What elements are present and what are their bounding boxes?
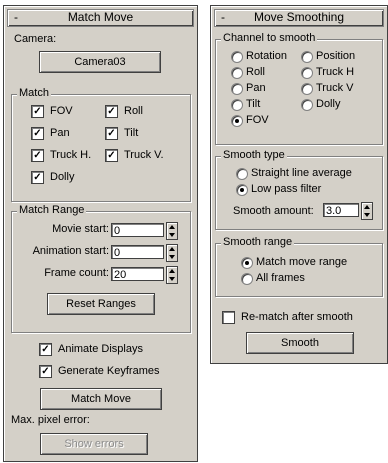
dolly-label: Dolly [316,98,341,110]
truck-h-checkbox[interactable]: ✓ [31,149,44,162]
spinner-down-icon[interactable] [169,233,175,237]
move-smoothing-rollout: - Move Smoothing Channel to smooth Rotat… [210,5,388,364]
animation-start-label: Animation start: [32,245,109,257]
tilt-radio[interactable] [231,99,243,111]
movie-start-field[interactable]: 0 [111,223,164,237]
pan-radio[interactable] [231,83,243,95]
channel-group-title: Channel to smooth [221,32,318,44]
truck-v-checkbox[interactable]: ✓ [105,149,118,162]
smooth-amount-field[interactable]: 3.0 [323,203,359,217]
low-pass-filter-radio[interactable] [236,184,248,196]
pan-label: Pan [246,82,266,94]
smooth-type-group-title: Smooth type [221,149,287,161]
spinner-up-icon[interactable] [364,205,370,209]
fov-label: FOV [50,105,73,117]
smooth-amount-spinner[interactable] [361,202,373,220]
spinner-up-icon[interactable] [169,225,175,229]
truck-h-radio[interactable] [301,67,313,79]
match-group: Match ✓ FOV ✓ Roll ✓ Pan ✓ Tilt ✓ Truck … [11,87,191,202]
spinner-down-icon[interactable] [364,213,370,217]
channel-to-smooth-group: Channel to smooth Rotation Position Roll… [215,32,383,145]
smooth-range-group: Smooth range Match move range All frames [215,236,383,297]
straight-line-average-radio[interactable] [236,168,248,180]
animation-start-field[interactable]: 0 [111,245,164,259]
low-pass-filter-label: Low pass filter [251,183,322,195]
truck-h-label: Truck H. [50,149,92,161]
rematch-after-smooth-checkbox[interactable] [222,311,235,324]
generate-keyframes-checkbox[interactable]: ✓ [39,365,52,378]
smooth-type-group: Smooth type Straight line average Low pa… [215,149,383,230]
match-move-rollout: - Match Move Camera: Camera03 Match ✓ FO… [3,5,198,462]
spinner-up-icon[interactable] [169,269,175,273]
rollout-title: Move Smoothing [253,10,345,24]
smooth-button[interactable]: Smooth [246,332,354,354]
show-errors-button[interactable]: Show errors [40,433,148,455]
pan-checkbox[interactable]: ✓ [31,127,44,140]
dolly-label: Dolly [50,171,75,183]
truck-h-label: Truck H [316,66,355,78]
fov-checkbox[interactable]: ✓ [31,105,44,118]
frame-count-spinner[interactable] [166,266,178,284]
dolly-checkbox[interactable]: ✓ [31,171,44,184]
rematch-after-smooth-label: Re-match after smooth [241,311,353,323]
position-radio[interactable] [301,51,313,63]
roll-checkbox[interactable]: ✓ [105,105,118,118]
tilt-checkbox[interactable]: ✓ [105,127,118,140]
movie-start-label: Movie start: [52,223,109,235]
camera-label: Camera: [14,33,57,45]
smooth-range-group-title: Smooth range [221,236,295,248]
rotation-radio[interactable] [231,51,243,63]
match-range-group: Match Range Movie start: 0 Animation sta… [11,204,191,333]
frame-count-label: Frame count: [44,267,109,279]
match-move-button[interactable]: Match Move [40,388,162,410]
match-move-range-radio[interactable] [241,257,253,269]
animate-displays-label: Animate Displays [58,343,143,355]
camera-select-button[interactable]: Camera03 [39,51,161,73]
move-smoothing-rollout-header[interactable]: - Move Smoothing [214,9,384,27]
generate-keyframes-label: Generate Keyframes [58,365,160,377]
rotation-label: Rotation [246,50,287,62]
truck-v-label: Truck V. [124,149,164,161]
match-range-group-title: Match Range [17,204,87,216]
straight-line-average-label: Straight line average [251,167,352,179]
fov-radio[interactable] [231,115,243,127]
spinner-up-icon[interactable] [169,247,175,251]
spinner-down-icon[interactable] [169,277,175,281]
frame-count-field[interactable]: 20 [111,267,164,281]
truck-v-radio[interactable] [301,83,313,95]
roll-label: Roll [246,66,265,78]
reset-ranges-button[interactable]: Reset Ranges [47,293,155,315]
roll-radio[interactable] [231,67,243,79]
tilt-label: Tilt [124,127,139,139]
match-move-rollout-header[interactable]: - Match Move [7,9,194,27]
fov-label: FOV [246,114,269,126]
roll-label: Roll [124,105,143,117]
match-move-range-label: Match move range [256,256,348,268]
rollout-title: Match Move [67,10,134,24]
truck-v-label: Truck V [316,82,354,94]
max-pixel-error-label: Max. pixel error: [11,414,90,426]
position-label: Position [316,50,356,62]
movie-start-spinner[interactable] [166,222,178,240]
spinner-down-icon[interactable] [169,255,175,259]
dolly-radio[interactable] [301,99,313,111]
animate-displays-checkbox[interactable]: ✓ [39,343,52,356]
match-group-title: Match [17,87,51,99]
animation-start-spinner[interactable] [166,244,178,262]
tilt-label: Tilt [246,98,261,110]
smooth-amount-label: Smooth amount: [233,205,314,217]
all-frames-radio[interactable] [241,273,253,285]
pan-label: Pan [50,127,70,139]
all-frames-label: All frames [256,272,305,284]
